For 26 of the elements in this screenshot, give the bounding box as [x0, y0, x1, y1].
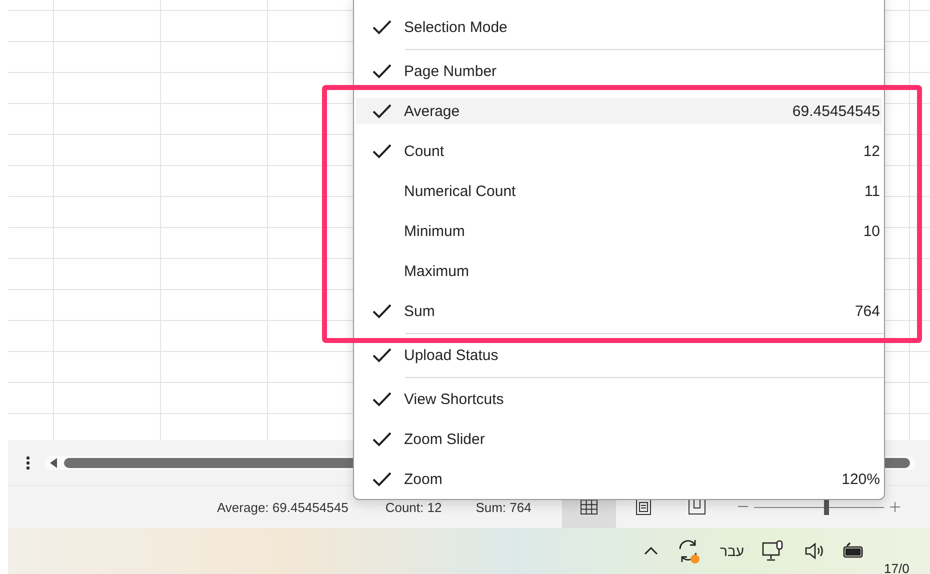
menu-item[interactable]: Page Number: [356, 58, 882, 84]
page-icon: [636, 499, 651, 515]
zoom-slider-thumb[interactable]: [824, 500, 829, 514]
speaker-icon[interactable]: [804, 542, 824, 560]
menu-item[interactable]: Numerical Count 11: [356, 178, 882, 204]
chevron-up-icon[interactable]: [644, 547, 658, 555]
menu-item[interactable]: Maximum: [356, 258, 882, 284]
grid-icon: [580, 499, 598, 515]
menu-item[interactable]: Count 12: [356, 138, 882, 164]
menu-item[interactable]: Upload Status: [356, 342, 882, 368]
language-indicator[interactable]: עבר: [720, 543, 744, 559]
clock-text: 17/0: [884, 561, 910, 574]
menu-item[interactable]: Selection Mode: [356, 14, 882, 40]
menu-item[interactable]: Zoom 120%: [356, 466, 882, 492]
status-stat: Average: 69.45454545: [217, 500, 348, 514]
status-stat: Sum: 764: [476, 500, 532, 514]
menu-item[interactable]: Sum 764: [356, 298, 882, 324]
more-options-icon[interactable]: [26, 456, 30, 470]
status-stat: Count: 12: [385, 500, 442, 514]
menu-item[interactable]: View Shortcuts: [356, 386, 882, 412]
page-break-icon: [688, 499, 706, 515]
menu-item[interactable]: Zoom Slider: [356, 426, 882, 452]
menu-item[interactable]: Minimum 10: [356, 218, 882, 244]
scroll-left-icon[interactable]: [50, 458, 58, 468]
zoom-in-icon[interactable]: [890, 502, 900, 512]
menu-item[interactable]: Average 69.45454545: [356, 98, 882, 124]
